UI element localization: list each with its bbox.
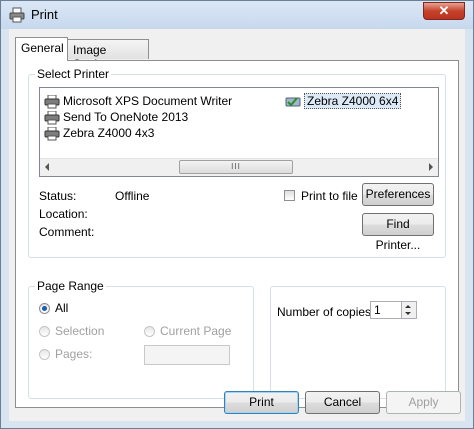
printer-item-zebra-6x4[interactable]: Zebra Z4000 6x4: [285, 93, 402, 110]
find-printer-button-label: Find Printer...: [375, 217, 421, 252]
pages-radio[interactable]: [39, 349, 50, 360]
scroll-right-icon[interactable]: [429, 163, 433, 171]
find-printer-button[interactable]: Find Printer...: [362, 213, 434, 252]
preferences-button-label: Preferences: [365, 187, 431, 201]
status-label: Status:: [39, 189, 77, 203]
printer-item-xps[interactable]: Microsoft XPS Document Writer: [44, 94, 232, 110]
general-tab-panel: Select Printer Microsoft XPS Document Wr…: [15, 60, 459, 408]
printer-name: Send To OneNote 2013: [63, 110, 189, 124]
printer-list[interactable]: Microsoft XPS Document Writer Send To On…: [39, 87, 439, 177]
printer-name: Zebra Z4000 4x3: [63, 126, 155, 140]
copies-spinner[interactable]: [402, 301, 417, 319]
pages-radio-label[interactable]: Pages:: [55, 347, 92, 361]
all-radio-label[interactable]: All: [55, 301, 68, 315]
select-printer-legend: Select Printer: [35, 67, 112, 81]
tab-general-label: General: [21, 41, 64, 55]
cancel-button[interactable]: Cancel: [305, 391, 380, 414]
printer-item-zebra-4x3[interactable]: Zebra Z4000 4x3: [44, 126, 154, 142]
printer-icon: [44, 94, 60, 109]
page-range-legend: Page Range: [35, 279, 106, 293]
current-page-radio[interactable]: [144, 326, 155, 337]
printer-name: Microsoft XPS Document Writer: [63, 94, 233, 108]
apply-button-label: Apply: [408, 395, 439, 409]
title-bar[interactable]: Print ✕: [1, 1, 473, 29]
scroll-thumb[interactable]: III: [179, 160, 293, 174]
all-radio[interactable]: [39, 303, 50, 314]
status-value: Offline: [115, 189, 150, 203]
current-page-radio-label[interactable]: Current Page: [160, 324, 231, 338]
select-printer-group: Select Printer Microsoft XPS Document Wr…: [28, 67, 446, 258]
printer-icon: [44, 126, 60, 141]
printer-check-icon: [285, 95, 301, 109]
close-button[interactable]: ✕: [423, 2, 465, 20]
close-icon: ✕: [438, 3, 450, 18]
page-range-group: Page Range All Selection Current Page Pa…: [28, 279, 254, 399]
print-button-label: Print: [249, 395, 274, 409]
pages-input[interactable]: [144, 345, 230, 365]
preferences-button[interactable]: Preferences: [362, 183, 434, 206]
printer-list-scrollbar[interactable]: III: [40, 158, 438, 176]
printer-icon: [44, 110, 60, 125]
selection-radio[interactable]: [39, 326, 50, 337]
window-title: Print: [31, 7, 58, 22]
print-to-file-label[interactable]: Print to file: [301, 189, 358, 203]
scroll-grip-icon: III: [231, 162, 241, 171]
scroll-left-icon[interactable]: [45, 163, 49, 171]
tab-general[interactable]: General: [15, 37, 68, 61]
selection-radio-label[interactable]: Selection: [55, 324, 104, 338]
printer-item-onenote[interactable]: Send To OneNote 2013: [44, 110, 188, 126]
print-to-file-checkbox[interactable]: [284, 190, 295, 201]
spin-down-icon[interactable]: [405, 312, 411, 315]
printer-name: Zebra Z4000 6x4: [304, 93, 402, 109]
copies-input[interactable]: 1: [370, 301, 402, 319]
spin-up-icon[interactable]: [405, 305, 411, 308]
dialog-client: General Image Settings Select Printer Mi…: [9, 29, 465, 421]
cancel-button-label: Cancel: [323, 395, 362, 409]
print-button[interactable]: Print: [224, 391, 299, 414]
comment-label: Comment:: [39, 225, 95, 239]
apply-button[interactable]: Apply: [386, 391, 461, 414]
copies-group: Number of copies: 1: [270, 286, 446, 399]
print-dialog: Print ✕ General Image Settings Select Pr…: [0, 0, 474, 429]
printer-icon: [9, 7, 25, 23]
number-of-copies-label: Number of copies:: [277, 305, 375, 319]
location-label: Location:: [39, 207, 88, 221]
tab-image-settings[interactable]: Image Settings: [67, 39, 149, 71]
